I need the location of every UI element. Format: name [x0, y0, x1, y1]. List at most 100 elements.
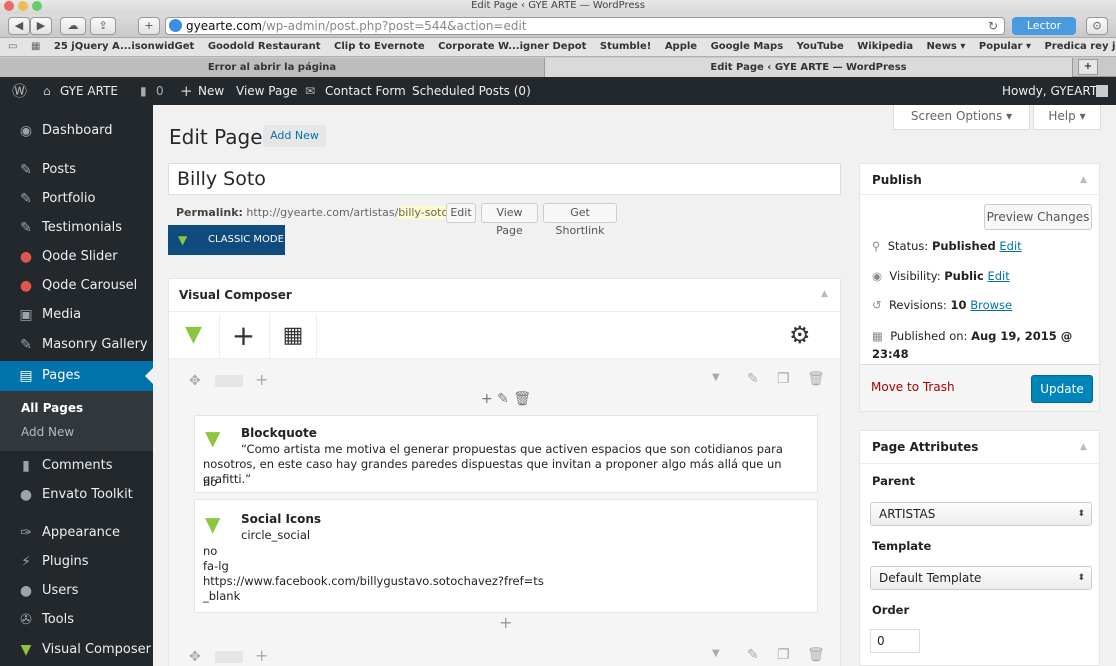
move-to-trash-link[interactable]: Move to Trash [871, 380, 955, 394]
reading-list-icon[interactable]: ▭ [8, 41, 17, 52]
site-name[interactable]: GYE ARTE [60, 77, 118, 105]
edit-row-icon[interactable]: ✎ [747, 371, 759, 387]
get-shortlink-button[interactable]: Get Shortlink [543, 203, 617, 237]
tab-edit-page[interactable]: Edit Page ‹ GYE ARTE — WordPress [545, 58, 1073, 77]
view-page-button[interactable]: View Page [481, 203, 538, 237]
bookmark[interactable]: Google Maps [711, 41, 784, 52]
bookmark[interactable]: Corporate W...igner Depot [438, 41, 586, 52]
drag-row-icon[interactable]: ✥ [189, 373, 201, 389]
bookmark[interactable]: Predica rey jesus [1044, 41, 1116, 52]
sidebar-item-pages[interactable]: ▤ Pages [0, 361, 153, 391]
toggle-row-icon[interactable]: ▼ [712, 648, 720, 659]
bookmark[interactable]: Wikipedia [857, 41, 913, 52]
sidebar-item-qode-carousel[interactable]: ● Qode Carousel [0, 272, 153, 300]
collapse-toggle-icon[interactable]: ▲ [1080, 442, 1087, 452]
sidebar-subitem-all-pages[interactable]: All Pages [0, 401, 153, 415]
add-column-icon[interactable]: + [255, 646, 268, 665]
sidebar-item-appearance[interactable]: ✑ Appearance [0, 519, 153, 547]
comment-bubble-icon[interactable]: ▮ [140, 77, 147, 105]
wordpress-logo-icon[interactable]: Ⓦ [12, 77, 27, 105]
reload-icon[interactable]: ↻ [988, 18, 998, 34]
sidebar-subitem-add-new[interactable]: Add New [0, 425, 153, 439]
collapse-toggle-icon[interactable]: ▲ [1080, 175, 1087, 185]
classic-mode-button[interactable]: ▼ CLASSIC MODE [168, 225, 285, 255]
preview-changes-button[interactable]: Preview Changes [984, 204, 1092, 230]
update-button[interactable]: Update [1031, 375, 1093, 403]
add-column-icon[interactable]: + [255, 370, 268, 389]
bookmark[interactable]: Stumble! [600, 41, 651, 52]
clone-row-icon[interactable]: ❐ [777, 647, 790, 663]
help-button[interactable]: Help ▾ [1033, 105, 1101, 130]
add-tab-icon[interactable]: + [1078, 59, 1098, 75]
avatar[interactable] [1096, 85, 1108, 97]
sidebar-item-plugins[interactable]: ⚡ Plugins [0, 548, 153, 576]
tab-error[interactable]: Error al abrir la página [0, 58, 545, 77]
social-icons-element[interactable]: ▼ Social Icons circle_social no fa-lg ht… [194, 499, 818, 613]
reader-button[interactable]: Lector [1012, 17, 1076, 35]
sidebar-item-comments[interactable]: ▮ Comments [0, 452, 153, 480]
howdy-account[interactable]: Howdy, GYEARTE [1002, 77, 1105, 105]
add-element-icon[interactable]: + [219, 314, 267, 358]
bookmark[interactable]: Apple [665, 41, 697, 52]
add-element-icon[interactable]: + [499, 613, 512, 632]
sidebar-item-envato-toolkit[interactable]: ● Envato Toolkit [0, 481, 153, 509]
delete-row-icon[interactable]: 🗑 [807, 647, 825, 663]
sidebar-item-posts[interactable]: ✎ Posts [0, 156, 153, 184]
browse-revisions-link[interactable]: Browse [970, 298, 1012, 312]
status-edit-link[interactable]: Edit [999, 239, 1021, 253]
zoom-window-button[interactable] [32, 1, 42, 11]
bookmark[interactable]: News ▾ [927, 41, 966, 52]
edit-row-icon[interactable]: ✎ [747, 647, 759, 663]
post-title-input[interactable]: Billy Soto [168, 163, 841, 195]
parent-select[interactable]: ARTISTAS ⬍ [870, 502, 1092, 526]
row-layout-icon[interactable] [215, 375, 243, 387]
new-tab-button[interactable]: + [138, 17, 160, 35]
sidebar-item-visual-composer[interactable]: ▼ Visual Composer [0, 636, 153, 664]
address-bar[interactable]: gyearte.com/wp-admin/post.php?post=544&a… [165, 17, 1005, 35]
template-select[interactable]: Default Template ⬍ [870, 566, 1092, 590]
drag-row-icon[interactable]: ✥ [189, 649, 201, 665]
templates-icon[interactable]: ▦ [269, 314, 317, 358]
sidebar-item-media[interactable]: ▣ Media [0, 301, 153, 329]
permalink-edit-button[interactable]: Edit [446, 203, 476, 223]
clone-row-icon[interactable]: ❐ [777, 371, 790, 387]
sidebar-item-users[interactable]: ● Users [0, 577, 153, 605]
close-window-button[interactable] [4, 1, 14, 11]
contact-form-link[interactable]: Contact Form [325, 77, 406, 105]
new-menu[interactable]: New [198, 77, 224, 105]
row-layout-icon[interactable] [215, 651, 243, 663]
collapse-toggle-icon[interactable]: ▲ [821, 289, 828, 299]
comments-count[interactable]: 0 [156, 77, 164, 105]
share-icon[interactable]: ⇪ [90, 17, 116, 35]
cloud-icon[interactable]: ☁ [60, 17, 86, 35]
bookmark[interactable]: Clip to Evernote [334, 41, 425, 52]
sidebar-item-qode-slider[interactable]: ● Qode Slider [0, 243, 153, 271]
bookmark[interactable]: YouTube [797, 41, 844, 52]
minimize-window-button[interactable] [18, 1, 28, 11]
screen-options-button[interactable]: Screen Options ▾ [893, 105, 1030, 130]
scheduled-posts-link[interactable]: Scheduled Posts (0) [412, 77, 531, 105]
blockquote-element[interactable]: ▼ Blockquote “Como artista me motiva el … [194, 415, 818, 493]
bookmark[interactable]: Goodold Restaurant [208, 41, 321, 52]
vc-logo-icon[interactable]: ▼ [185, 322, 202, 347]
add-new-button[interactable]: Add New [263, 125, 326, 147]
settings-gear-icon[interactable]: ⚙ [789, 321, 811, 349]
sidebar-item-dashboard[interactable]: ◉ Dashboard [0, 117, 153, 145]
forward-button[interactable]: ▶ [30, 17, 52, 35]
top-sites-icon[interactable]: ▦ [31, 41, 40, 52]
bookmark[interactable]: Popular ▾ [979, 41, 1031, 52]
sidebar-item-tools[interactable]: ✇ Tools [0, 606, 153, 634]
back-button[interactable]: ◀ [8, 17, 30, 35]
sidebar-item-testimonials[interactable]: ✎ Testimonials [0, 214, 153, 242]
visibility-edit-link[interactable]: Edit [987, 269, 1009, 283]
delete-row-icon[interactable]: 🗑 [807, 371, 825, 387]
column-controls-icon[interactable]: + ✎ 🗑 [481, 391, 531, 407]
sidebar-item-portfolio[interactable]: ✎ Portfolio [0, 185, 153, 213]
permalink-base[interactable]: http://gyearte.com/artistas/ [246, 206, 398, 219]
order-input[interactable]: 0 [870, 629, 920, 653]
bookmark[interactable]: 25 jQuery A...isonwidGet [54, 41, 194, 52]
view-page-link[interactable]: View Page [236, 77, 297, 105]
downloads-icon[interactable]: ⊙ [1086, 17, 1108, 35]
sidebar-item-masonry-gallery[interactable]: ✎ Masonry Gallery [0, 331, 153, 359]
toggle-row-icon[interactable]: ▼ [712, 372, 720, 383]
